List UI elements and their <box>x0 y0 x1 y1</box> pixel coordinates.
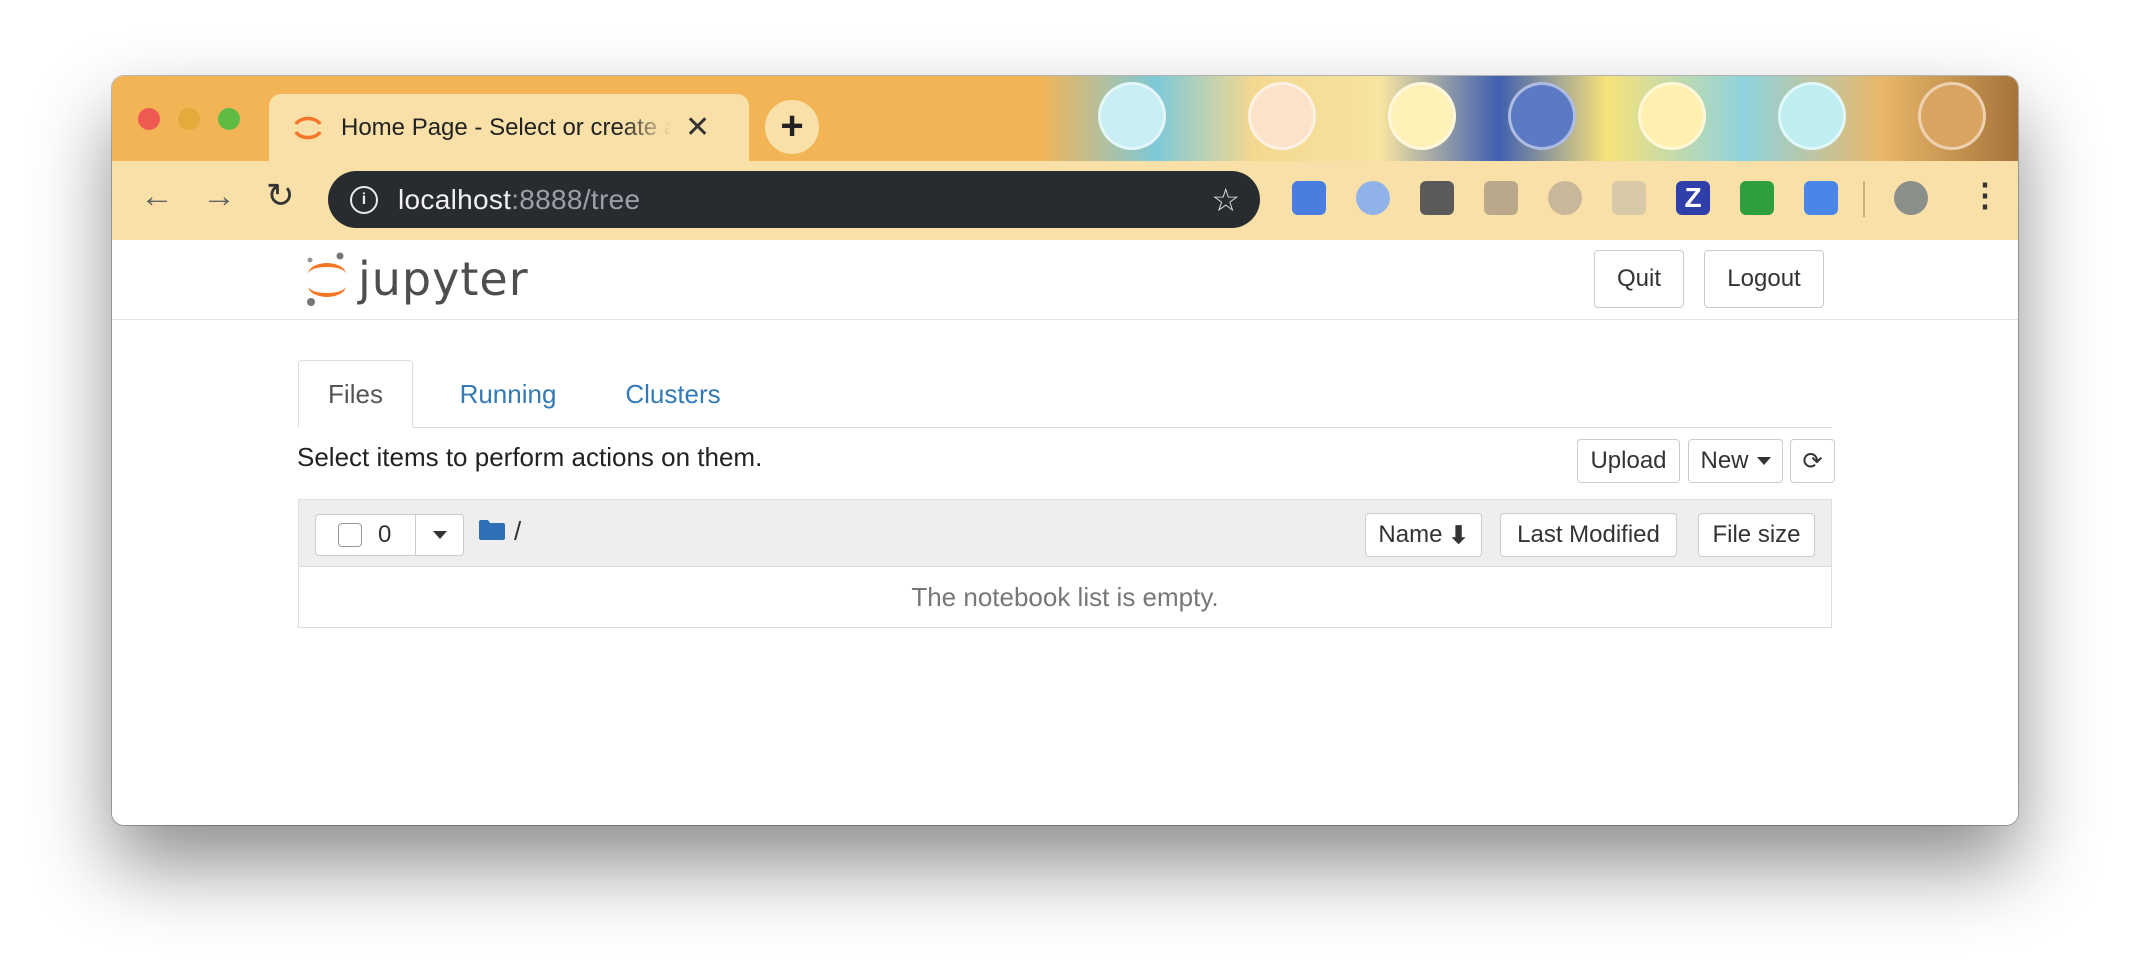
folder-icon[interactable] <box>479 520 505 540</box>
jupyter-wordmark: jupyter <box>358 252 529 306</box>
notebook-tabs: Files Running Clusters <box>298 360 1832 428</box>
chat-extension-icon[interactable] <box>1292 181 1326 215</box>
selection-hint: Select items to perform actions on them. <box>297 442 763 472</box>
notebook-list-header: 0 / Name ⬇ Last Modified File size <box>299 500 1831 567</box>
tab-title: Home Page - Select or create a notebook <box>341 113 671 141</box>
toolbar-divider <box>1863 181 1865 217</box>
sitemap-extension-icon[interactable] <box>1612 181 1646 215</box>
zoom-window-button[interactable] <box>218 108 240 130</box>
select-all-checkbox[interactable] <box>338 523 362 547</box>
arrow-down-icon: ⬇ <box>1448 521 1469 549</box>
sync-extension-icon[interactable] <box>1356 181 1390 215</box>
caret-down-icon <box>432 531 447 539</box>
tab-strip: Home Page - Select or create a notebook … <box>112 76 2018 161</box>
url-path: :8888/tree <box>511 183 641 215</box>
browser-toolbar: ← → ↻ i localhost:8888/tree ☆ Z ⋮ <box>112 161 2018 241</box>
new-button-label: New <box>1700 447 1749 474</box>
upload-button[interactable]: Upload <box>1577 439 1680 483</box>
chevron-down-icon <box>1756 457 1771 465</box>
forward-icon[interactable]: → <box>202 179 236 213</box>
browser-menu-icon[interactable]: ⋮ <box>1969 179 2001 211</box>
jupyter-logo-icon <box>307 252 346 306</box>
sort-name-label: Name <box>1378 521 1443 548</box>
podcast-extension-icon[interactable] <box>1548 181 1582 215</box>
tv-extension-icon[interactable] <box>1484 181 1518 215</box>
back-icon[interactable]: ← <box>140 179 174 213</box>
close-window-button[interactable] <box>138 108 160 130</box>
logout-button[interactable]: Logout <box>1704 250 1824 308</box>
jupyter-header: jupyter Quit Logout <box>112 240 2018 320</box>
check-extension-icon[interactable] <box>1740 181 1774 215</box>
notebook-list: 0 / Name ⬇ Last Modified File size The n… <box>298 499 1832 628</box>
empty-list-message: The notebook list is empty. <box>911 582 1219 612</box>
translate-extension-icon[interactable] <box>1804 181 1838 215</box>
theme-banner <box>1038 76 2018 161</box>
site-info-icon[interactable]: i <box>350 185 378 214</box>
url-host: localhost <box>398 183 512 215</box>
tab-running[interactable]: Running <box>428 360 588 428</box>
selected-count: 0 <box>378 521 392 548</box>
reload-icon[interactable]: ↻ <box>266 179 295 213</box>
url-text[interactable]: localhost:8888/tree <box>398 184 640 216</box>
select-all-toggle[interactable]: 0 <box>316 515 416 555</box>
tab-clusters[interactable]: Clusters <box>593 360 753 428</box>
selection-menu-button[interactable] <box>416 515 463 555</box>
tab-close-icon[interactable]: ✕ <box>685 112 710 143</box>
breadcrumb[interactable]: / <box>514 516 521 547</box>
jupyter-page: jupyter Quit Logout Files Running Cluste… <box>112 240 2018 825</box>
bookmark-star-icon[interactable]: ☆ <box>1211 181 1240 219</box>
minimize-window-button[interactable] <box>178 108 200 130</box>
lightbulb-extension-icon[interactable] <box>1420 181 1454 215</box>
quit-button[interactable]: Quit <box>1594 250 1684 308</box>
sort-last-modified-button[interactable]: Last Modified <box>1500 513 1677 557</box>
jupyter-favicon-icon <box>294 116 322 139</box>
refresh-button[interactable]: ⟳ <box>1790 439 1835 483</box>
sort-name-button[interactable]: Name ⬇ <box>1365 513 1482 557</box>
select-all-group: 0 <box>315 514 464 556</box>
window-controls <box>138 108 240 130</box>
jupyter-logo[interactable]: jupyter <box>304 250 529 308</box>
zotero-extension-icon[interactable]: Z <box>1676 181 1710 215</box>
browser-tab[interactable]: Home Page - Select or create a notebook … <box>269 94 749 161</box>
new-dropdown-button[interactable]: New <box>1688 439 1783 483</box>
refresh-icon: ⟳ <box>1802 447 1823 475</box>
sort-file-size-button[interactable]: File size <box>1698 513 1815 557</box>
browser-window: Home Page - Select or create a notebook … <box>112 76 2018 825</box>
profile-avatar[interactable] <box>1894 181 1928 215</box>
address-bar[interactable]: i localhost:8888/tree ☆ <box>328 171 1260 228</box>
new-tab-button[interactable]: + <box>765 100 819 154</box>
tab-files[interactable]: Files <box>298 360 413 428</box>
